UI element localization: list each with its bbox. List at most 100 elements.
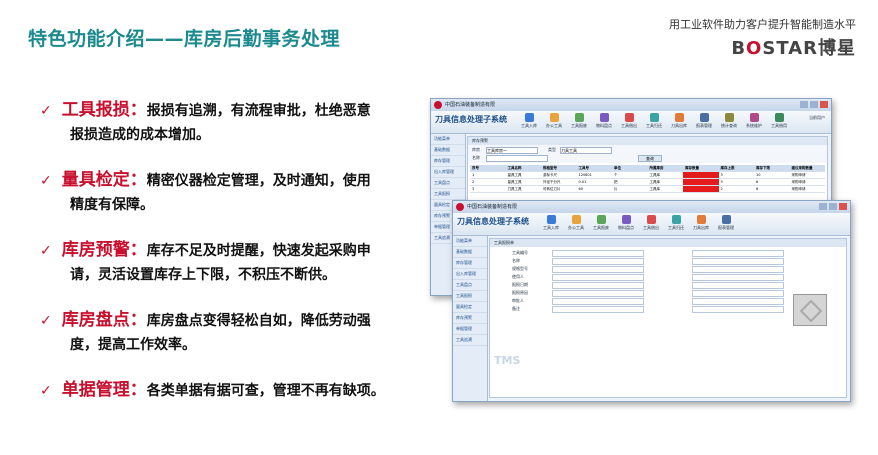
toolbar-label: 物料盘点 — [596, 123, 612, 128]
toolbar-button[interactable]: 工具入库 — [521, 113, 537, 129]
close-icon[interactable] — [820, 101, 828, 108]
toolbar-button[interactable]: 工具入库 — [543, 215, 559, 231]
screenshot-damage-form: 中国石油装备制造有限 刀具信息处理子系统 工具入库 办公工具 工具报废 物料盘点 工具借… — [452, 200, 851, 402]
toolbar-button[interactable]: 报表管理 — [718, 215, 734, 231]
toolbar-button[interactable]: 工具借用 — [771, 113, 787, 129]
sidebar-item[interactable]: 工具盘点 — [453, 280, 487, 291]
minimize-icon[interactable] — [819, 203, 827, 210]
column-header[interactable]: 规格型号 — [541, 165, 577, 171]
sidebar: 功能菜单 基础数据 库存管理 出入库管理 工具盘点 工具报损 量具检定 库存预警 单据管理 工具追… — [453, 236, 488, 401]
field-input[interactable] — [692, 290, 784, 297]
sidebar-item[interactable]: 量具检定 — [453, 302, 487, 313]
minimize-icon[interactable] — [800, 101, 808, 108]
column-header[interactable]: 建议采购数量 — [790, 165, 826, 171]
table-row[interactable]: 1 量具工具 游标卡尺 120601 个 工具库 3 10 采购申请 — [470, 172, 825, 179]
toolbar-button[interactable]: 工具借出 — [621, 113, 637, 129]
toolbar-button[interactable]: 报表管理 — [696, 113, 712, 129]
toolbar-label: 物料盘点 — [618, 225, 634, 230]
column-header[interactable]: 所属库房 — [648, 165, 684, 171]
field-input[interactable] — [552, 306, 644, 313]
toolbar-button[interactable]: 工具归还 — [646, 113, 662, 129]
toolbar-label: 报表管理 — [696, 123, 712, 128]
field-input[interactable] — [552, 274, 644, 281]
sidebar-item[interactable]: 出入库管理 — [453, 269, 487, 280]
warning-table: 序号 工具名称 规格型号 工具号 单位 所属库房 库存数量 库存上限 库存下限 建议采购数量 1 量具… — [470, 165, 825, 193]
sidebar-item[interactable]: 工具追溯 — [453, 335, 487, 346]
tab-damage-form[interactable]: 工具报损单 — [490, 239, 846, 247]
toolbar-button[interactable]: 系统维护 — [746, 113, 762, 129]
toolbar-button[interactable]: 物料盘点 — [596, 113, 612, 129]
form-row: 报损日期 — [492, 281, 844, 289]
column-header[interactable]: 库存上限 — [719, 165, 755, 171]
sidebar-item[interactable]: 单据管理 — [453, 324, 487, 335]
sidebar-item[interactable]: 库存管理 — [453, 258, 487, 269]
toolbar-button[interactable]: 办公工具 — [568, 215, 584, 231]
field-input[interactable] — [692, 274, 784, 281]
name-input[interactable] — [486, 155, 548, 162]
table-row[interactable]: 2 量具工具 外径千分尺 0.01 把 工具库 5 8 采购申请 — [470, 179, 825, 186]
warehouse-select[interactable]: 工具库房一 — [486, 147, 538, 154]
toolbar-button[interactable]: 刀具出库 — [671, 113, 687, 129]
column-header[interactable]: 库存下限 — [754, 165, 790, 171]
sidebar-item[interactable]: 库存预警 — [453, 313, 487, 324]
column-header[interactable]: 工具名称 — [506, 165, 542, 171]
table-header: 序号 工具名称 规格型号 工具号 单位 所属库房 库存数量 库存上限 库存下限 建议采购数量 — [470, 165, 825, 172]
column-header[interactable]: 单位 — [612, 165, 648, 171]
toolbar-button[interactable]: 工具报废 — [593, 215, 609, 231]
field-input[interactable] — [552, 258, 644, 265]
toolbar-label: 工具借出 — [643, 225, 659, 230]
check-icon: ✓ — [40, 243, 52, 259]
column-header[interactable]: 工具号 — [577, 165, 613, 171]
field-input[interactable] — [692, 298, 784, 305]
sidebar-item[interactable]: 基础数据 — [431, 145, 465, 156]
table-cell: 工具库 — [649, 173, 661, 177]
toolbar-icon — [724, 113, 734, 122]
table-cell: 8 — [756, 180, 759, 184]
feature-desc: 各类单据有据可查，管理不再有缺项。 — [146, 383, 385, 399]
feature-item: ✓ 工具报损：报损有追溯，有流程审批，杜绝恶意 报损造成的成本增加。 — [40, 98, 415, 147]
sidebar-item[interactable]: 出入库管理 — [431, 167, 465, 178]
brand-logo: BOSTAR博星 — [731, 38, 856, 59]
field-input[interactable] — [692, 258, 784, 265]
field-input[interactable] — [692, 250, 784, 257]
table-cell: 采购申请 — [791, 180, 806, 184]
toolbar-button[interactable]: 工具报废 — [571, 113, 587, 129]
toolbar-button[interactable]: 刀具出库 — [693, 215, 709, 231]
type-select[interactable]: 刀具工具 — [560, 147, 612, 154]
sidebar-item[interactable]: 工具报损 — [431, 189, 465, 200]
field-input[interactable] — [552, 298, 644, 305]
column-header[interactable]: 序号 — [470, 165, 506, 171]
maximize-icon[interactable] — [829, 203, 837, 210]
close-icon[interactable] — [839, 203, 847, 210]
sidebar-item[interactable]: 功能菜单 — [453, 236, 487, 247]
field-input[interactable] — [552, 266, 644, 273]
field-input[interactable] — [552, 290, 644, 297]
field-input[interactable] — [692, 306, 784, 313]
toolbar-label: 工具归还 — [668, 225, 684, 230]
field-input[interactable] — [552, 282, 644, 289]
field-input[interactable] — [552, 250, 644, 257]
table-cell: 3 — [720, 173, 723, 177]
window-title: 中国石油装备制造有限 — [445, 102, 496, 108]
tab-inventory-warning[interactable]: 库存预警 — [468, 137, 827, 145]
search-button[interactable]: 查询 — [638, 155, 662, 162]
toolbar-button[interactable]: 办公工具 — [546, 113, 562, 129]
toolbar-button[interactable]: 统计查询 — [721, 113, 737, 129]
column-header[interactable]: 库存数量 — [683, 165, 719, 171]
sidebar-item[interactable]: 工具报损 — [453, 291, 487, 302]
toolbar-icon — [699, 113, 709, 122]
toolbar-button[interactable]: 工具归还 — [668, 215, 684, 231]
sidebar-item[interactable]: 工具盘点 — [431, 178, 465, 189]
toolbar: 刀具信息处理子系统 工具入库 办公工具 工具报废 物料盘点 工具借出 工具归还 刀具出库 报表… — [453, 213, 850, 236]
table-row[interactable]: 3 刀具工具 可转位刀片 60 片 工具库 2 6 采购申请 — [470, 186, 825, 193]
sidebar-item[interactable]: 基础数据 — [453, 247, 487, 258]
toolbar-button[interactable]: 工具借出 — [643, 215, 659, 231]
toolbar-button[interactable]: 物料盘点 — [618, 215, 634, 231]
slogan: 用工业软件助力客户提升智能制造水平 — [669, 18, 856, 31]
maximize-icon[interactable] — [810, 101, 818, 108]
sidebar-item[interactable]: 功能菜单 — [431, 134, 465, 145]
field-input[interactable] — [692, 282, 784, 289]
field-input[interactable] — [692, 266, 784, 273]
feature-desc-cont: 请，灵活设置库存上下限，不积压不断供。 — [70, 267, 336, 283]
sidebar-item[interactable]: 库存管理 — [431, 156, 465, 167]
